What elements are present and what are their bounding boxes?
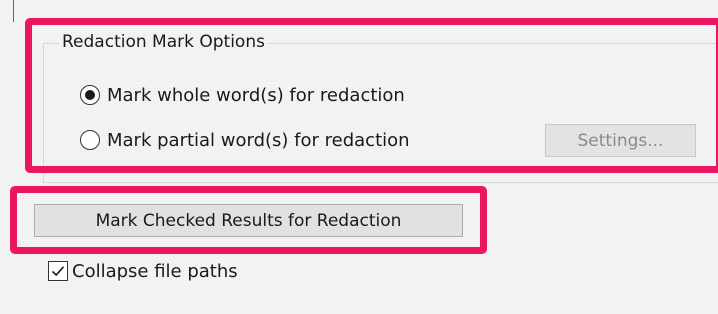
collapse-file-paths-checkbox[interactable]: Collapse file paths [48,257,238,285]
highlight-annotation-options [25,18,718,173]
collapse-file-paths-label: Collapse file paths [72,260,238,282]
check-icon [51,266,65,277]
panel-divider [13,0,14,22]
highlight-annotation-mark-button [10,186,487,254]
checkbox-box[interactable] [48,261,68,281]
